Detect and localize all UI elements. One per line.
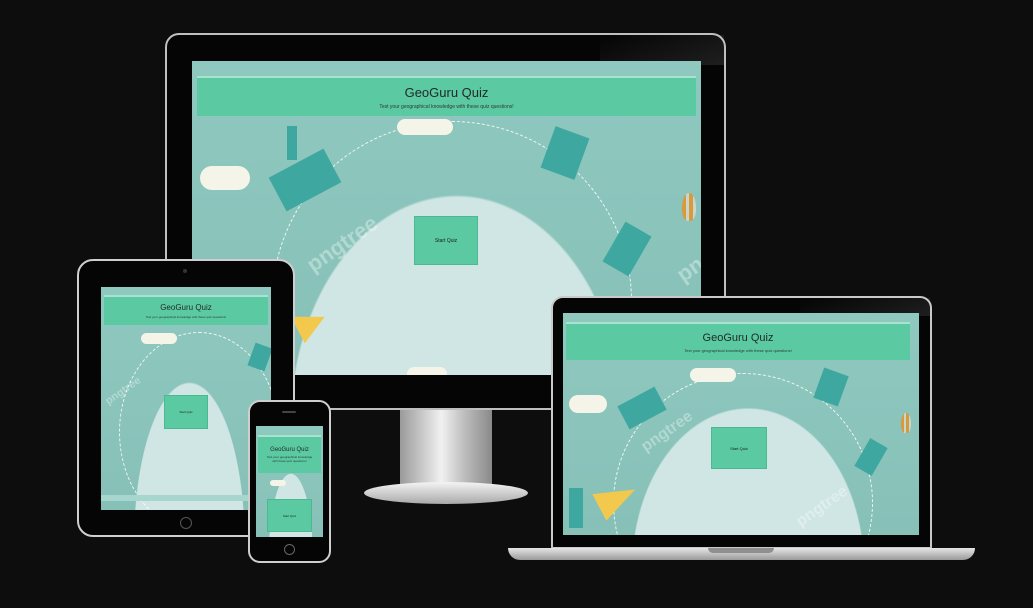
laptop-notch [708,548,774,553]
cloud-icon [690,368,736,382]
start-quiz-button[interactable]: Start Quiz [164,395,208,429]
tablet-home-button[interactable] [180,517,192,529]
cloud-icon [569,395,607,413]
site-header: GeoGuru Quiz Test your geographical know… [566,322,910,360]
site-header: GeoGuru Quiz Test your geographical know… [104,295,268,325]
tablet-camera [183,269,187,273]
hot-air-balloon-icon [682,193,696,221]
site-subtitle: Test your geographical knowledge with th… [379,103,514,110]
monitor-stand-base [364,482,528,504]
start-quiz-button[interactable]: Start Quiz [414,216,478,265]
phone-screen: GeoGuru Quiz Test your geographical know… [256,426,323,537]
monitor-stand-neck [400,408,492,488]
site-title: GeoGuru Quiz [404,84,489,100]
site-header: GeoGuru Quiz Test your geographical know… [258,435,321,473]
cloud-icon [270,480,286,486]
site-header: GeoGuru Quiz Test your geographical know… [197,76,696,116]
site-title: GeoGuru Quiz [702,331,774,344]
tablet-screen: pngtree GeoGuru Quiz Test your geographi… [101,287,271,510]
site-subtitle: Test your geographical knowledge with th… [266,455,313,463]
site-subtitle: Test your geographical knowledge with th… [145,315,227,319]
laptop-screen: pngtree pngtree GeoGuru Quiz Test your g… [563,313,919,535]
palm-tree-icon [287,126,297,160]
site-title: GeoGuru Quiz [270,447,309,453]
start-quiz-button[interactable]: Start Quiz [267,499,312,532]
page-bottom-strip [101,495,271,501]
site-title: GeoGuru Quiz [160,303,212,312]
cloud-icon [407,367,447,375]
eiffel-tower-landmark-icon [569,488,583,528]
phone-speaker [282,411,296,413]
cloud-icon [200,166,250,190]
responsive-mockup-stage: pngtree pngtree GeoGuru Quiz Test your g… [0,0,1033,608]
cloud-icon [397,119,453,135]
site-subtitle: Test your geographical knowledge with th… [684,347,792,353]
hot-air-balloon-icon [901,413,911,433]
phone-home-button[interactable] [284,544,295,555]
start-quiz-button[interactable]: Start Quiz [711,427,767,469]
cloud-icon [141,333,177,344]
